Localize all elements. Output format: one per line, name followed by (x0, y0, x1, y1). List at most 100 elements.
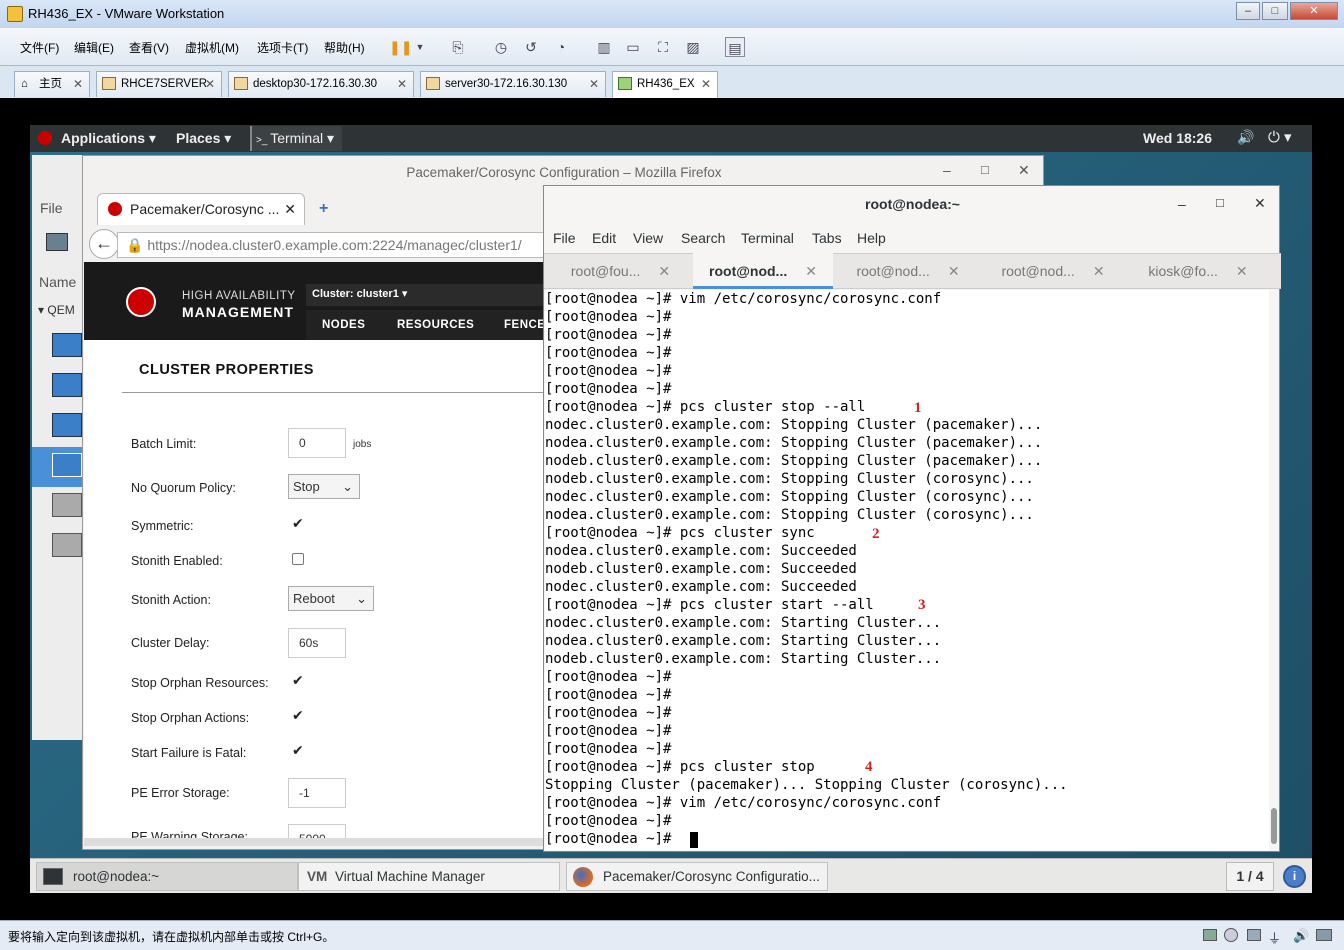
vm-running-icon[interactable] (52, 413, 82, 437)
terminal-tab[interactable]: kiosk@fo... ✕ (1128, 253, 1268, 289)
vmm-menu-file[interactable]: File (40, 200, 63, 216)
vm-running-icon[interactable] (52, 373, 82, 397)
vm-running-icon[interactable] (52, 333, 82, 357)
term-menu-tabs[interactable]: Tabs (812, 230, 842, 246)
tab-server30[interactable]: server30-172.16.30.130 ✕ (420, 71, 606, 97)
url-bar[interactable]: 🔒 https://nodea.cluster0.example.com:222… (117, 232, 557, 258)
back-button[interactable]: ← (89, 229, 119, 259)
term-menu-help[interactable]: Help (857, 230, 886, 246)
menu-edit[interactable]: 编辑(E) (74, 39, 114, 56)
nav-nodes[interactable]: NODES (322, 319, 365, 331)
tab-home[interactable]: ⌂ 主页 ✕ (14, 71, 90, 97)
vm-off-icon[interactable] (52, 493, 82, 517)
terminal-tab[interactable]: root@nod... ✕ (838, 253, 978, 289)
term-menu-file[interactable]: File (553, 230, 576, 246)
nav-fence[interactable]: FENCE (504, 319, 545, 331)
stonith-enabled-checkbox[interactable] (292, 553, 304, 565)
applications-menu[interactable]: Applications ▾ (61, 130, 156, 147)
stop-orphan-resources-checkbox[interactable]: ✔ (292, 673, 306, 688)
console-view-icon[interactable]: ▭ (623, 37, 643, 57)
vm-off-icon[interactable] (52, 533, 82, 557)
menu-view[interactable]: 查看(V) (129, 39, 169, 56)
send-keys-icon[interactable]: ⎘ (448, 37, 468, 57)
stop-orphan-actions-checkbox[interactable]: ✔ (292, 708, 306, 723)
minimize-button[interactable]: – (943, 162, 951, 178)
clock[interactable]: Wed 18:26 (1143, 130, 1212, 146)
minimize-button[interactable]: – (1178, 196, 1186, 212)
tab-rh436-ex[interactable]: RH436_EX ✕ (612, 71, 718, 99)
sidebar-icon[interactable]: ▥ (594, 37, 614, 57)
volume-icon[interactable]: 🔊 (1237, 129, 1254, 146)
term-menu-view[interactable]: View (633, 230, 663, 246)
terminal-tab[interactable]: root@nod... ✕ (983, 253, 1123, 289)
unity-icon[interactable]: ▨ (683, 37, 703, 57)
revert-snapshot-icon[interactable]: ↺ (521, 37, 541, 57)
menu-file[interactable]: 文件(F) (20, 39, 59, 56)
close-button[interactable]: ✕ (1254, 195, 1266, 212)
maximize-button[interactable]: □ (1216, 195, 1224, 210)
symmetric-checkbox[interactable]: ✔ (292, 516, 306, 531)
cluster-select[interactable]: Cluster: cluster1 ▾ (306, 284, 544, 306)
scroll-track[interactable] (84, 838, 544, 846)
batch-limit-input[interactable]: 0 (288, 428, 346, 458)
close-icon[interactable]: ✕ (701, 72, 711, 96)
snapshot-icon[interactable]: ◷ (491, 37, 511, 57)
places-menu[interactable]: Places ▾ (176, 130, 231, 147)
close-icon[interactable]: ✕ (658, 263, 670, 279)
term-menu-search[interactable]: Search (681, 230, 725, 246)
maximize-button[interactable]: □ (981, 162, 989, 177)
taskbar-terminal[interactable]: root@nodea:~ (36, 862, 298, 891)
browser-tab[interactable]: Pacemaker/Corosync ... ✕ (97, 193, 305, 225)
close-button[interactable]: ✕ (1290, 2, 1338, 20)
firefox-icon (573, 867, 593, 887)
close-tab-icon[interactable]: ✕ (284, 194, 296, 224)
taskbar-firefox[interactable]: Pacemaker/Corosync Configuratio... (566, 862, 828, 891)
tab-desktop30[interactable]: desktop30-172.16.30.30 ✕ (228, 71, 414, 97)
maximize-button[interactable]: □ (1262, 2, 1288, 20)
stonith-action-select[interactable]: Reboot ⌄ (288, 586, 374, 611)
terminal-tab[interactable]: root@fou... ✕ (548, 253, 693, 289)
terminal-output[interactable]: [root@nodea ~]# vim /etc/corosync/corosy… (545, 290, 1269, 850)
tab-rhce7server[interactable]: RHCE7SERVER ✕ (96, 71, 222, 97)
taskbar-virt-manager[interactable]: VM Virtual Machine Manager (298, 862, 560, 891)
close-icon[interactable]: ✕ (805, 263, 817, 279)
terminal-app-menu[interactable]: >_ Terminal ▾ (250, 126, 343, 151)
close-icon[interactable]: ✕ (1236, 263, 1248, 279)
power-icon[interactable]: ⏻ ▾ (1268, 128, 1292, 146)
workspace-indicator[interactable]: 1 / 4 (1226, 862, 1274, 891)
no-quorum-select[interactable]: Stop ⌄ (288, 474, 360, 499)
close-icon[interactable]: ✕ (589, 72, 599, 96)
close-icon[interactable]: ✕ (397, 72, 407, 96)
menu-vm[interactable]: 虚拟机(M) (185, 39, 239, 56)
start-failure-checkbox[interactable]: ✔ (292, 743, 306, 758)
close-button[interactable]: ✕ (1018, 162, 1030, 179)
vmm-new-vm-icon[interactable] (46, 233, 68, 251)
scrollbar[interactable] (1271, 808, 1277, 844)
fullscreen-icon[interactable]: ⛶ (653, 37, 673, 57)
annotation-3: 3 (918, 597, 926, 613)
terminal-tab-active[interactable]: root@nod... ✕ (693, 253, 833, 289)
menu-tabs[interactable]: 选项卡(T) (257, 39, 308, 56)
minimize-button[interactable]: – (1236, 2, 1260, 20)
term-menu-edit[interactable]: Edit (592, 230, 616, 246)
pe-warning-input[interactable]: 5000 (288, 824, 346, 838)
close-icon[interactable]: ✕ (1093, 263, 1105, 279)
term-menu-terminal[interactable]: Terminal (741, 230, 794, 246)
close-icon[interactable]: ✕ (948, 263, 960, 279)
pause-icon[interactable]: ❚❚ (389, 37, 412, 57)
snapshot-manager-icon[interactable]: ◔ (551, 37, 571, 57)
pe-error-input[interactable]: -1 (288, 778, 346, 808)
vm-running-icon[interactable] (52, 453, 82, 477)
menu-help[interactable]: 帮助(H) (324, 39, 365, 56)
close-icon[interactable]: ✕ (205, 72, 215, 96)
terminal-line: [root@nodea ~]# (545, 705, 672, 721)
new-tab-button[interactable]: + (319, 200, 328, 218)
terminal-line: [root@nodea ~]# pcs cluster start --all (545, 597, 874, 613)
vmm-group[interactable]: ▾ QEM (38, 303, 75, 317)
nav-resources[interactable]: RESOURCES (397, 319, 474, 331)
thumbnail-icon[interactable]: ▤ (725, 37, 745, 57)
dropdown-icon[interactable]: ▼ (410, 37, 430, 57)
info-icon[interactable]: i (1283, 865, 1306, 888)
close-icon[interactable]: ✕ (73, 72, 83, 96)
cluster-delay-input[interactable]: 60s (288, 628, 346, 658)
